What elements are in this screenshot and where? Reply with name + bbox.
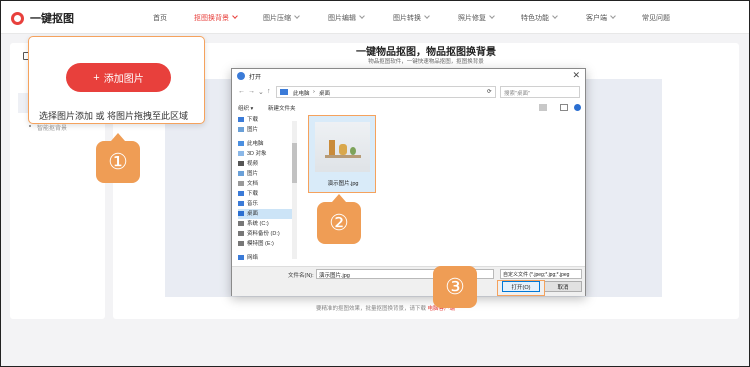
nav-item-cutout-background[interactable]: 抠图换背景 — [194, 13, 238, 23]
nav-item-photo-repair[interactable]: 照片修复 — [458, 13, 495, 23]
tree-item-music[interactable]: 音乐 — [238, 199, 294, 209]
breadcrumb-separator: › — [313, 89, 315, 95]
search-placeholder: 搜索"桌面" — [504, 91, 530, 97]
bullet-icon — [29, 125, 31, 127]
chrome-icon — [237, 72, 245, 80]
cube-icon — [238, 151, 244, 156]
file-thumbnail — [315, 122, 370, 172]
brand-name: 一键抠图 — [30, 13, 74, 25]
step-3-badge: ③ — [433, 266, 477, 308]
nav-item-client[interactable]: 客户端 — [586, 13, 616, 23]
search-input[interactable]: 搜索"桌面" — [500, 86, 580, 98]
chevron-down-icon[interactable]: ⌄ — [258, 88, 264, 96]
dialog-title: 打开 — [249, 75, 262, 81]
folder-icon — [280, 89, 288, 95]
browser-page: 一键抠图 首页 抠图换背景 图片压缩 图片编辑 图片转换 照片修复 特色功能 客… — [0, 0, 750, 367]
tree-item-videos[interactable]: 视频 — [238, 159, 294, 169]
tree-item-desktop[interactable]: 桌面 — [238, 209, 294, 219]
sidebar-item-smart-cutout[interactable]: 智能抠背景 — [37, 123, 67, 132]
nav-item-faq[interactable]: 常见问题 — [642, 13, 670, 23]
chevron-down-icon — [552, 13, 558, 19]
page-title: 一键物品抠图，物品抠图换背景 — [356, 47, 496, 58]
close-icon[interactable]: ✕ — [572, 70, 580, 81]
download-icon — [238, 117, 244, 122]
filename-label: 文件名(N): — [288, 273, 314, 279]
up-arrow-icon[interactable]: ↑ — [267, 88, 271, 95]
video-icon — [238, 161, 244, 166]
tree-item-downloads-2[interactable]: 下载 — [238, 189, 294, 199]
tree-item-downloads[interactable]: 下载 — [238, 115, 294, 125]
chevron-down-icon — [359, 13, 365, 19]
step-2-badge: ② — [317, 202, 361, 244]
music-icon — [238, 201, 244, 206]
add-image-button[interactable]: + 添加图片 — [66, 63, 171, 92]
forward-arrow-icon[interactable]: → — [248, 88, 255, 95]
drop-hint: 选择图片添加 或 将图片拖拽至此区域 — [39, 111, 189, 121]
tree-scrollbar[interactable] — [292, 121, 297, 259]
new-folder-button[interactable]: 新建文件夹 — [268, 104, 296, 112]
nav-item-home[interactable]: 首页 — [153, 13, 167, 23]
drive-icon — [238, 231, 244, 236]
download-icon — [238, 191, 244, 196]
nav-item-image-edit[interactable]: 图片编辑 — [328, 13, 365, 23]
add-image-callout: + 添加图片 选择图片添加 或 将图片拖拽至此区域 — [28, 36, 205, 124]
page-subtitle: 物品抠图软件，一键快速物品抠图，抠图换背景 — [368, 59, 484, 65]
navigation-tree: 下载 图片 此电脑 3D 对象 视频 图片 文档 下载 音乐 桌面 系统 (C:… — [232, 115, 300, 265]
back-arrow-icon[interactable]: ← — [238, 88, 245, 95]
chevron-down-icon — [489, 13, 495, 19]
file-item[interactable]: 演示图片.jpg — [308, 115, 376, 193]
help-icon[interactable] — [574, 104, 581, 111]
computer-icon — [238, 141, 244, 146]
top-navbar: 一键抠图 首页 抠图换背景 图片压缩 图片编辑 图片转换 照片修复 特色功能 客… — [1, 1, 749, 34]
cancel-button[interactable]: 取消 — [544, 281, 582, 292]
chevron-down-icon — [294, 13, 300, 19]
drive-icon — [238, 241, 244, 246]
tree-item-drive-d[interactable]: 资料备份 (D:) — [238, 229, 294, 239]
open-button-highlight — [497, 280, 545, 296]
document-icon — [238, 181, 244, 186]
pictures-icon — [238, 127, 244, 132]
scrollbar-thumb[interactable] — [292, 143, 297, 183]
step-2-pointer — [332, 194, 346, 202]
view-options-icon[interactable] — [539, 104, 547, 111]
pictures-icon — [238, 171, 244, 176]
file-name-label: 演示图片.jpg — [327, 181, 359, 187]
nav-item-special-features[interactable]: 特色功能 — [521, 13, 558, 23]
step-1-pointer — [111, 133, 125, 141]
address-bar[interactable]: 此电脑 › 桌面 ⟳ — [276, 86, 496, 98]
open-file-dialog: 打开 ✕ ← → ⌄ ↑ 此电脑 › 桌面 ⟳ 搜索"桌面" 组织 ▾ 新建文件… — [231, 68, 586, 296]
tree-item-drive-c[interactable]: 系统 (C:) — [238, 219, 294, 229]
drive-icon — [238, 221, 244, 226]
breadcrumb-this-pc[interactable]: 此电脑 — [293, 89, 310, 97]
nav-item-image-convert[interactable]: 图片转换 — [393, 13, 430, 23]
dialog-titlebar: 打开 ✕ — [232, 69, 585, 83]
refresh-icon[interactable]: ⟳ — [487, 89, 492, 95]
tree-item-drive-e[interactable]: 模特图 (E:) — [238, 239, 294, 249]
nav-item-image-compress[interactable]: 图片压缩 — [263, 13, 300, 23]
chevron-down-icon — [232, 13, 238, 19]
tree-item-documents[interactable]: 文档 — [238, 179, 294, 189]
tree-item-3d-objects[interactable]: 3D 对象 — [238, 149, 294, 159]
logo[interactable]: 一键抠图 — [11, 10, 74, 26]
tree-item-network[interactable]: 网络 — [238, 253, 294, 263]
logo-icon — [11, 11, 24, 25]
preview-pane-icon[interactable] — [560, 104, 568, 111]
plus-icon: + — [93, 71, 100, 84]
dialog-toolbar: 组织 ▾ 新建文件夹 — [232, 102, 585, 114]
organize-menu[interactable]: 组织 ▾ — [238, 104, 253, 112]
network-icon — [238, 255, 244, 260]
filetype-select[interactable]: 自定义文件 (*.jpeg;*.jpg;*.jpeg — [500, 269, 582, 279]
tree-item-this-pc[interactable]: 此电脑 — [238, 139, 294, 149]
footer-text: 要精准的抠图效果，批量抠图换背景，请下载 — [316, 306, 427, 312]
breadcrumb-desktop[interactable]: 桌面 — [319, 89, 330, 97]
tree-item-pictures[interactable]: 图片 — [238, 125, 294, 135]
address-bar-row: ← → ⌄ ↑ 此电脑 › 桌面 ⟳ 搜索"桌面" — [232, 84, 585, 100]
desktop-icon — [238, 211, 244, 216]
chevron-down-icon — [610, 13, 616, 19]
chevron-down-icon — [424, 13, 430, 19]
tree-item-pictures-2[interactable]: 图片 — [238, 169, 294, 179]
step-1-badge: ① — [96, 141, 140, 183]
